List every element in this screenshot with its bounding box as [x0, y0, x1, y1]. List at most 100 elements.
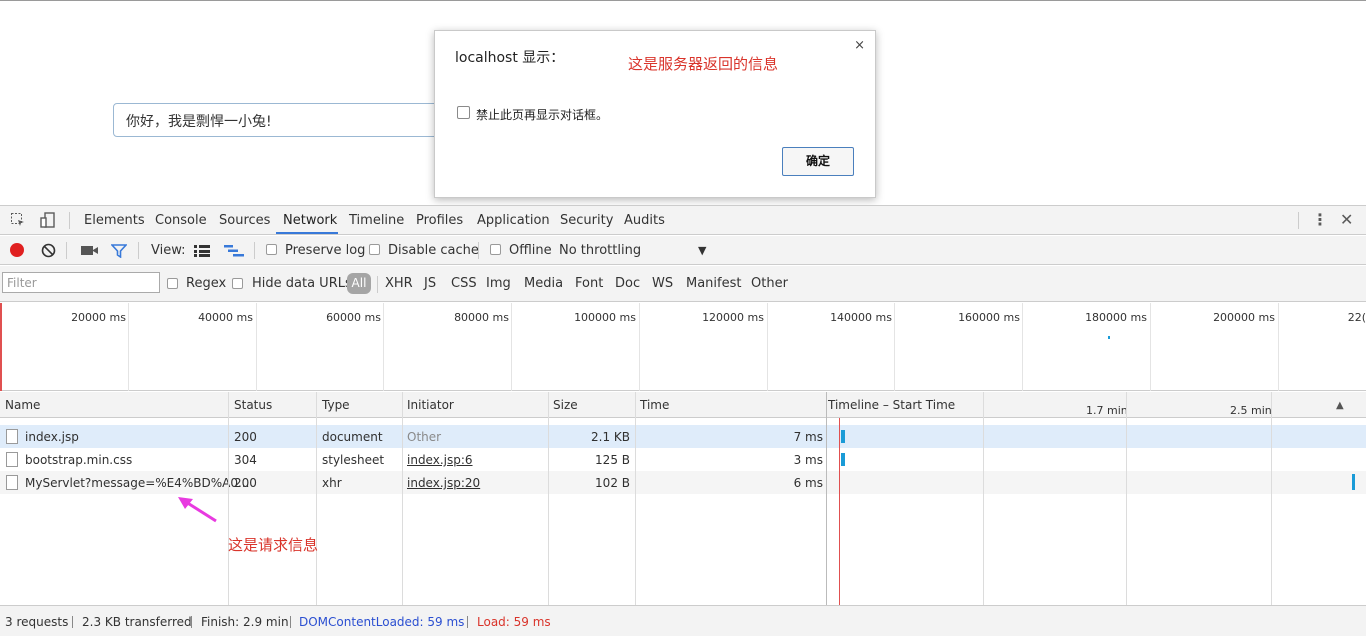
- tab-sources[interactable]: Sources: [219, 213, 270, 228]
- overview-gridline: [383, 303, 384, 391]
- clear-icon[interactable]: [41, 243, 56, 258]
- annotation-arrow-icon: [176, 494, 220, 524]
- overview-tick-label: 140000 ms: [830, 311, 892, 324]
- sort-ascending-icon[interactable]: ▲: [1336, 400, 1344, 411]
- filter-type-xhr[interactable]: XHR: [385, 276, 413, 291]
- status-divider: [290, 616, 291, 628]
- filter-type-font[interactable]: Font: [575, 276, 603, 291]
- waterfall-bar: [841, 453, 845, 466]
- overview-tick-label: 80000 ms: [454, 311, 509, 324]
- disable-cache-checkbox[interactable]: [369, 244, 380, 255]
- tab-elements[interactable]: Elements: [84, 213, 145, 228]
- overview-gridline: [894, 303, 895, 391]
- overview-tick-label: 200000 ms: [1213, 311, 1275, 324]
- filter-type-img[interactable]: Img: [486, 276, 511, 291]
- close-devtools-icon[interactable]: ✕: [1340, 210, 1353, 229]
- overview-tick-label: 60000 ms: [326, 311, 381, 324]
- tab-application[interactable]: Application: [477, 213, 550, 228]
- filter-type-media[interactable]: Media: [524, 276, 563, 291]
- request-time: 7 ms: [793, 430, 823, 444]
- column-header-initiator[interactable]: Initiator: [407, 398, 454, 412]
- filter-type-doc[interactable]: Doc: [615, 276, 640, 291]
- large-rows-icon[interactable]: [194, 245, 210, 257]
- suppress-dialog-label: 禁止此页再显示对话框。: [476, 108, 609, 122]
- overview-gridline: [1150, 303, 1151, 391]
- offline-checkbox[interactable]: [490, 244, 501, 255]
- offline-label: Offline: [509, 243, 552, 258]
- throttling-select[interactable]: No throttling: [559, 243, 641, 258]
- dialog-title: localhost 显示：: [455, 50, 565, 66]
- column-header-type[interactable]: Type: [322, 398, 350, 412]
- filter-type-ws[interactable]: WS: [652, 276, 673, 291]
- tab-profiles[interactable]: Profiles: [416, 213, 463, 228]
- overview-tick-label: 20000 ms: [71, 311, 126, 324]
- filter-type-other[interactable]: Other: [751, 276, 788, 291]
- more-options-icon[interactable]: ⋮: [1312, 210, 1328, 229]
- column-divider[interactable]: [228, 392, 229, 605]
- table-row[interactable]: bootstrap.min.css 304 stylesheet index.j…: [0, 448, 1366, 471]
- record-icon[interactable]: [10, 243, 24, 257]
- tabbar-divider: [69, 212, 70, 229]
- load-event-line: [839, 418, 840, 605]
- request-initiator-link[interactable]: index.jsp:20: [407, 476, 480, 490]
- filter-type-manifest[interactable]: Manifest: [686, 276, 741, 291]
- column-divider[interactable]: [635, 392, 636, 605]
- filter-type-css[interactable]: CSS: [451, 276, 477, 291]
- request-name[interactable]: index.jsp: [25, 430, 79, 444]
- filter-input[interactable]: Filter: [2, 272, 160, 293]
- toolbar-divider: [478, 242, 479, 259]
- filter-type-all[interactable]: All: [347, 273, 371, 294]
- column-header-time[interactable]: Time: [640, 398, 669, 412]
- table-row[interactable]: index.jsp 200 document Other 2.1 KB 7 ms: [0, 425, 1366, 448]
- preserve-log-checkbox[interactable]: [266, 244, 277, 255]
- tab-timeline[interactable]: Timeline: [349, 213, 404, 228]
- capture-screenshots-icon[interactable]: [81, 244, 98, 257]
- suppress-dialog-checkbox[interactable]: [457, 106, 470, 119]
- chevron-down-icon[interactable]: ▼: [698, 244, 706, 257]
- overview-gridline: [639, 303, 640, 391]
- overview-request-mark: [1108, 336, 1110, 339]
- filter-type-js[interactable]: JS: [424, 276, 436, 291]
- preserve-log-label: Preserve log: [285, 243, 366, 258]
- table-row[interactable]: MyServlet?message=%E4%BD%A0... 200 xhr i…: [0, 471, 1366, 494]
- message-input[interactable]: 你好，我是剽悍一小兔!: [113, 103, 443, 137]
- disable-cache-label: Disable cache: [388, 243, 479, 258]
- request-name[interactable]: MyServlet?message=%E4%BD%A0...: [25, 476, 249, 490]
- column-header-timeline[interactable]: Timeline – Start Time: [828, 398, 955, 412]
- overview-tick-label: 180000 ms: [1085, 311, 1147, 324]
- tab-console[interactable]: Console: [155, 213, 207, 228]
- filter-icon[interactable]: [110, 244, 128, 259]
- overview-load-marker: [0, 303, 2, 391]
- tab-security[interactable]: Security: [560, 213, 613, 228]
- inspect-element-icon[interactable]: [10, 212, 26, 228]
- column-divider[interactable]: [548, 392, 549, 605]
- request-status: 200: [234, 430, 257, 444]
- device-toolbar-icon[interactable]: [40, 212, 56, 228]
- request-size: 102 B: [595, 476, 630, 490]
- regex-checkbox[interactable]: [167, 278, 178, 289]
- overview-waterfall-icon[interactable]: [224, 245, 244, 257]
- annotation-server-response: 这是服务器返回的信息: [628, 55, 779, 73]
- timeline-gridline: [1126, 392, 1127, 605]
- status-divider: [191, 616, 192, 628]
- tab-network[interactable]: Network: [283, 213, 337, 228]
- request-initiator-link[interactable]: index.jsp:6: [407, 453, 473, 467]
- tab-audits[interactable]: Audits: [624, 213, 665, 228]
- overview-tick-label: 160000 ms: [958, 311, 1020, 324]
- dialog-close-icon[interactable]: ×: [854, 38, 865, 53]
- devtools-panel: Elements Console Sources Network Timelin…: [0, 205, 1366, 636]
- regex-label: Regex: [186, 276, 227, 291]
- column-divider[interactable]: [316, 392, 317, 605]
- timeline-tick-label: 1.7 min: [1086, 404, 1128, 417]
- column-header-name[interactable]: Name: [5, 398, 40, 412]
- request-name[interactable]: bootstrap.min.css: [25, 453, 132, 467]
- column-divider[interactable]: [826, 392, 827, 605]
- hide-data-urls-checkbox[interactable]: [232, 278, 243, 289]
- column-header-size[interactable]: Size: [553, 398, 578, 412]
- status-requests: 3 requests: [5, 615, 69, 629]
- column-header-status[interactable]: Status: [234, 398, 272, 412]
- request-size: 2.1 KB: [591, 430, 630, 444]
- overview-tick-label: 120000 ms: [702, 311, 764, 324]
- column-divider[interactable]: [402, 392, 403, 605]
- ok-button[interactable]: 确定: [782, 147, 854, 176]
